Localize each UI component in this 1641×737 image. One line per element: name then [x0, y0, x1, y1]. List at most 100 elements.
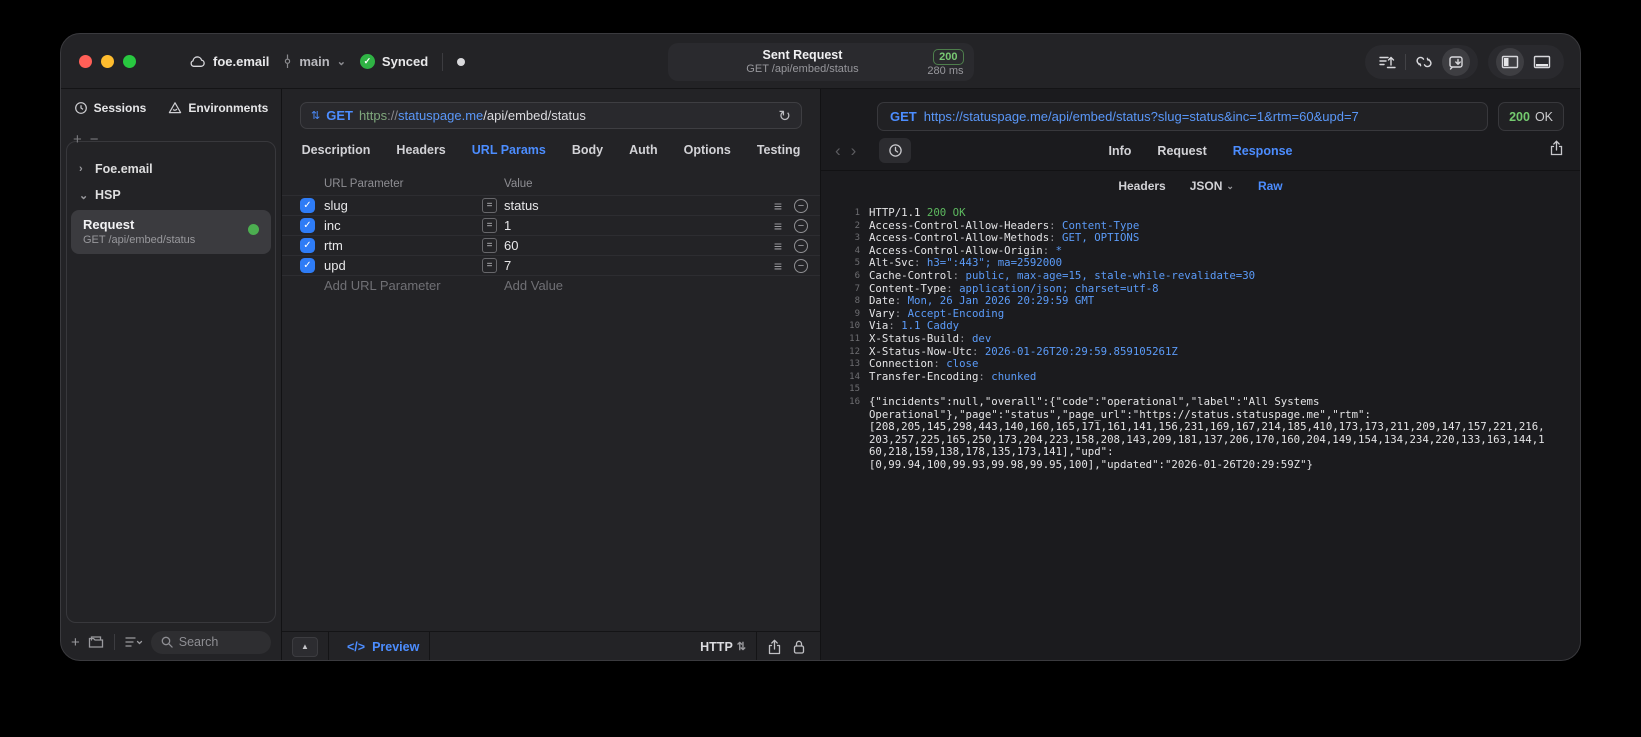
branch-selector[interactable]: main ⌄: [283, 54, 346, 69]
history-button[interactable]: [879, 138, 911, 163]
tab-options[interactable]: Options: [684, 143, 731, 157]
remove-param-button[interactable]: −: [794, 258, 808, 273]
close-window-button[interactable]: [79, 55, 92, 68]
tab-info[interactable]: Info: [1109, 144, 1132, 158]
param-options-icon[interactable]: ≡: [760, 198, 782, 214]
request-method[interactable]: GET: [326, 108, 353, 123]
remove-param-button[interactable]: −: [794, 238, 808, 253]
project-switcher[interactable]: foe.email: [189, 54, 269, 69]
tab-label: Sessions: [93, 101, 147, 115]
param-enabled-checkbox[interactable]: ✓: [300, 258, 315, 273]
response-method: GET: [890, 109, 917, 124]
tree-item-hsp[interactable]: ⌄ HSP: [67, 182, 275, 208]
request-url-bar[interactable]: ⇅ GET https://statuspage.me/api/embed/st…: [300, 102, 802, 129]
share-icon[interactable]: [767, 639, 782, 655]
new-request-button[interactable]: +: [71, 634, 80, 651]
tab-sessions[interactable]: Sessions: [74, 101, 147, 115]
tree-item-label: HSP: [95, 188, 121, 202]
sent-request-summary[interactable]: Sent Request GET /api/embed/status 200 2…: [667, 43, 974, 81]
collapse-panel-button[interactable]: ▲: [292, 636, 318, 657]
sync-status[interactable]: ✓ Synced: [359, 54, 428, 69]
tab-environments[interactable]: Environments: [168, 101, 268, 115]
tab-response[interactable]: Response: [1233, 144, 1293, 158]
param-value[interactable]: 7: [504, 258, 760, 273]
protocol-selector[interactable]: HTTP ⇅: [700, 640, 746, 654]
subtab-json[interactable]: JSON ⌄: [1190, 179, 1234, 193]
param-type-equals-icon[interactable]: =: [482, 218, 497, 233]
remove-param-button[interactable]: −: [794, 198, 808, 213]
subtab-raw[interactable]: Raw: [1258, 179, 1283, 193]
add-param-value-placeholder[interactable]: Add Value: [504, 278, 760, 293]
clock-icon: [888, 144, 902, 157]
param-enabled-checkbox[interactable]: ✓: [300, 218, 315, 233]
add-item-button[interactable]: +: [73, 131, 90, 148]
preview-label: Preview: [372, 639, 420, 654]
resend-request-icon[interactable]: ↻: [778, 107, 791, 125]
param-enabled-checkbox[interactable]: ✓: [300, 198, 315, 213]
history-clock-icon: [74, 102, 87, 114]
line-number: 14: [849, 371, 860, 382]
param-name[interactable]: inc: [324, 218, 482, 233]
param-name[interactable]: upd: [324, 258, 482, 273]
line-number: 9: [854, 308, 860, 319]
sync-loop-button[interactable]: [1410, 48, 1438, 76]
new-folder-icon[interactable]: [88, 635, 104, 649]
response-url-display[interactable]: GET https://statuspage.me/api/embed/stat…: [877, 102, 1489, 131]
column-url-parameter: URL Parameter: [324, 178, 404, 190]
tab-body[interactable]: Body: [572, 143, 603, 157]
line-number: 7: [854, 283, 860, 294]
sort-list-icon[interactable]: [125, 636, 143, 648]
search-input[interactable]: Search: [150, 630, 271, 654]
param-options-icon[interactable]: ≡: [760, 258, 782, 274]
request-subtitle: GET /api/embed/status: [83, 234, 196, 246]
history-back-button[interactable]: ‹: [835, 141, 841, 161]
param-name[interactable]: slug: [324, 198, 482, 213]
param-value[interactable]: status: [504, 198, 760, 213]
toggle-bottom-panel-button[interactable]: [1528, 48, 1556, 76]
window-controls: [79, 55, 136, 68]
lock-icon[interactable]: [792, 639, 806, 655]
param-type-equals-icon[interactable]: =: [482, 198, 497, 213]
chevron-down-icon: ⌄: [79, 189, 89, 202]
param-type-equals-icon[interactable]: =: [482, 258, 497, 273]
tab-request[interactable]: Request: [1157, 144, 1206, 158]
export-response-button[interactable]: [1549, 140, 1564, 161]
param-enabled-checkbox[interactable]: ✓: [300, 238, 315, 253]
param-name[interactable]: rtm: [324, 238, 482, 253]
protocol-label: HTTP: [700, 639, 733, 654]
minimize-window-button[interactable]: [101, 55, 114, 68]
tab-headers[interactable]: Headers: [396, 143, 445, 157]
add-param-name-placeholder[interactable]: Add URL Parameter: [324, 278, 482, 293]
request-list-item[interactable]: Request GET /api/embed/status: [71, 210, 271, 254]
project-name: foe.email: [213, 54, 270, 69]
remove-item-button[interactable]: −: [90, 131, 107, 148]
tab-auth[interactable]: Auth: [629, 143, 657, 157]
history-forward-button[interactable]: ›: [851, 141, 857, 161]
zoom-window-button[interactable]: [123, 55, 136, 68]
method-stepper-icon[interactable]: ⇅: [311, 109, 320, 122]
param-value[interactable]: 1: [504, 218, 760, 233]
request-duration: 280 ms: [927, 64, 964, 77]
response-status-text: OK: [1534, 109, 1553, 124]
add-param-row[interactable]: Add URL Parameter Add Value: [282, 275, 820, 295]
preview-button[interactable]: </> Preview: [347, 640, 419, 654]
response-panel: GET https://statuspage.me/api/embed/stat…: [821, 89, 1580, 660]
tab-testing[interactable]: Testing: [757, 143, 801, 157]
import-response-button[interactable]: [1442, 48, 1470, 76]
param-value[interactable]: 60: [504, 238, 760, 253]
toggle-sidebar-button[interactable]: [1496, 48, 1524, 76]
export-request-button[interactable]: [1373, 48, 1401, 76]
tab-description[interactable]: Description: [302, 143, 371, 157]
remove-param-button[interactable]: −: [794, 218, 808, 233]
tree-item-foe-email[interactable]: › Foe.email: [67, 156, 275, 182]
subtab-headers[interactable]: Headers: [1118, 179, 1165, 193]
tab-url-params[interactable]: URL Params: [472, 143, 546, 157]
request-tree: › Foe.email ⌄ HSP Request GET /api/embed/st…: [66, 141, 276, 623]
branch-icon: [285, 54, 291, 68]
param-options-icon[interactable]: ≡: [760, 218, 782, 234]
param-options-icon[interactable]: ≡: [760, 238, 782, 254]
request-url[interactable]: https://statuspage.me/api/embed/status: [359, 108, 586, 123]
column-value: Value: [504, 178, 533, 190]
param-type-equals-icon[interactable]: =: [482, 238, 497, 253]
request-status-dot: [248, 224, 259, 235]
